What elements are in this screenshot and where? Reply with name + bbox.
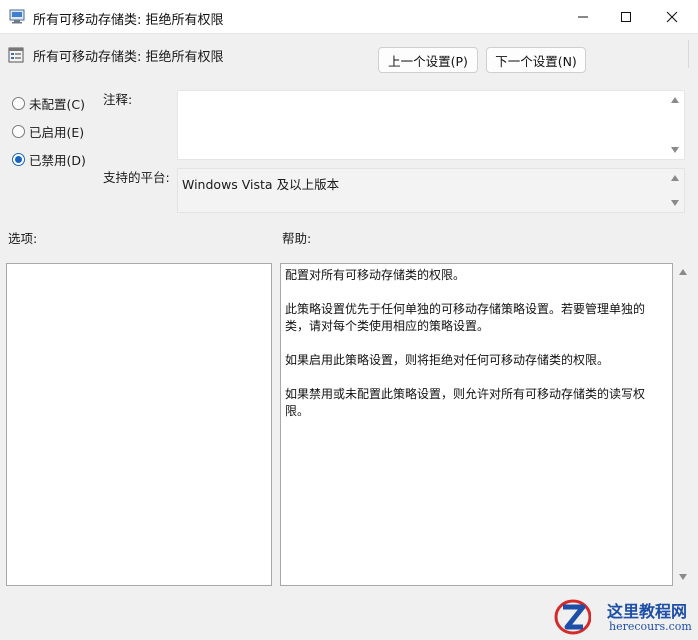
help-paragraph: 此策略设置优先于任何单独的可移动存储策略设置。若要管理单独的类，请对每个类使用相… bbox=[285, 302, 646, 333]
divider bbox=[688, 40, 689, 68]
radio-label: 已禁用(D) bbox=[29, 153, 86, 168]
policy-window-icon bbox=[9, 9, 25, 24]
maximize-button[interactable] bbox=[603, 0, 649, 34]
radio-circle[interactable] bbox=[12, 97, 25, 110]
platform-value: Windows Vista 及以上版本 bbox=[182, 177, 340, 192]
radio-enabled[interactable]: 已启用(E) bbox=[12, 122, 84, 141]
scroll-up-arrow-icon[interactable] bbox=[679, 269, 687, 275]
close-button[interactable] bbox=[649, 0, 695, 34]
radio-circle[interactable] bbox=[12, 125, 25, 138]
comment-scrollbar[interactable] bbox=[667, 91, 684, 159]
scroll-down-arrow-icon[interactable] bbox=[679, 574, 687, 580]
help-pane: 配置对所有可移动存储类的权限。 此策略设置优先于任何单独的可移动存储策略设置。若… bbox=[280, 263, 673, 586]
watermark-site: herecours.com bbox=[609, 620, 692, 633]
watermark-title: 这里教程网 bbox=[607, 602, 688, 621]
comment-label: 注释: bbox=[103, 92, 133, 107]
watermark-logo-icon bbox=[554, 599, 591, 635]
radio-circle-checked[interactable] bbox=[12, 153, 25, 166]
help-paragraph: 配置对所有可移动存储类的权限。 bbox=[285, 268, 466, 282]
options-label: 选项: bbox=[8, 231, 38, 246]
next-setting-button[interactable]: 下一个设置(N) bbox=[486, 47, 586, 73]
scroll-down-arrow-icon[interactable] bbox=[671, 147, 679, 153]
radio-disabled[interactable]: 已禁用(D) bbox=[12, 150, 86, 169]
help-paragraph: 如果禁用或未配置此策略设置，则允许对所有可移动存储类的读写权限。 bbox=[285, 387, 646, 418]
radio-label: 未配置(C) bbox=[29, 97, 85, 112]
close-icon bbox=[666, 11, 678, 23]
minimize-icon bbox=[578, 16, 588, 18]
maximize-icon bbox=[621, 12, 631, 22]
platform-label: 支持的平台: bbox=[103, 170, 170, 185]
minimize-button[interactable] bbox=[560, 0, 606, 34]
platform-scrollbar[interactable] bbox=[667, 169, 684, 212]
comment-textarea[interactable] bbox=[177, 90, 685, 160]
platform-field: Windows Vista 及以上版本 bbox=[177, 168, 685, 213]
help-scrollbar[interactable] bbox=[675, 263, 692, 586]
help-label: 帮助: bbox=[282, 231, 312, 246]
help-paragraph: 如果启用此策略设置，则将拒绝对任何可移动存储类的权限。 bbox=[285, 353, 610, 367]
window-title: 所有可移动存储类: 拒绝所有权限 bbox=[33, 13, 224, 28]
title-bar[interactable]: 所有可移动存储类: 拒绝所有权限 bbox=[0, 0, 698, 34]
policy-setting-icon bbox=[8, 47, 24, 63]
scroll-up-arrow-icon[interactable] bbox=[671, 175, 679, 181]
radio-label: 已启用(E) bbox=[29, 125, 85, 140]
watermark: 这里教程网 herecours.com bbox=[551, 596, 696, 638]
policy-setting-window: 所有可移动存储类: 拒绝所有权限 所有可移动存储类: 拒绝所有权限 上一个设置(… bbox=[0, 0, 698, 640]
setting-title: 所有可移动存储类: 拒绝所有权限 bbox=[33, 50, 224, 65]
previous-setting-button[interactable]: 上一个设置(P) bbox=[378, 47, 478, 73]
scroll-up-arrow-icon[interactable] bbox=[671, 97, 679, 103]
scroll-down-arrow-icon[interactable] bbox=[671, 200, 679, 206]
radio-not-configured[interactable]: 未配置(C) bbox=[12, 94, 85, 113]
options-pane bbox=[6, 263, 272, 586]
